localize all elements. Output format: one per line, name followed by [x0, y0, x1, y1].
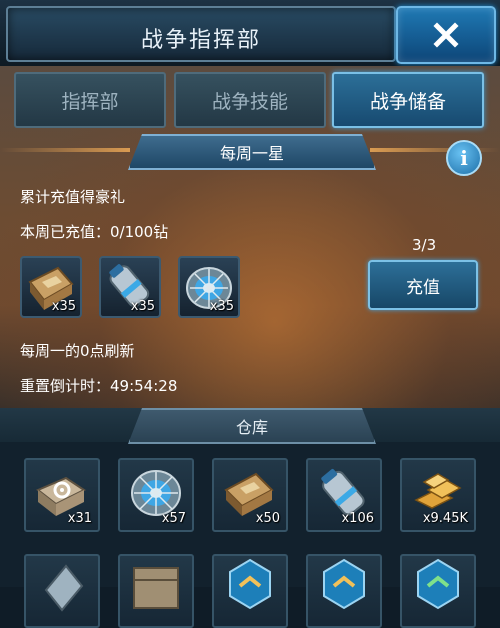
header-bar: 战争指挥部 [0, 0, 500, 68]
war-reserve-panel: 指挥部 战争技能 战争储备 每周一星 i 累计充值得豪礼 本周已充值：0/100… [0, 66, 500, 408]
tab-war-reserve[interactable]: 战争储备 [332, 72, 484, 128]
reward-title: 累计充值得豪礼 [20, 188, 126, 206]
info-icon: i [460, 146, 468, 170]
reward-item[interactable]: x35 [178, 256, 240, 318]
warehouse-header: 仓库 [0, 408, 500, 442]
warehouse-item[interactable]: x106 [306, 458, 382, 532]
info-button[interactable]: i [446, 140, 482, 176]
rank-badge-icon [308, 556, 380, 626]
warehouse-item[interactable]: x31 [24, 458, 100, 532]
item-qty: x106 [341, 511, 374, 526]
tab-bar: 指挥部 战争技能 战争储备 [14, 72, 486, 130]
warehouse-item[interactable] [400, 554, 476, 628]
title-plate: 战争指挥部 [6, 6, 396, 62]
event-banner: 每周一星 [0, 134, 500, 168]
tab-command-center[interactable]: 指挥部 [14, 72, 166, 128]
warehouse-item[interactable] [212, 554, 288, 628]
reward-qty: x35 [209, 299, 234, 314]
banner-line-left [0, 148, 130, 152]
warehouse-item[interactable] [24, 554, 100, 628]
refresh-note: 每周一的0点刷新 [20, 342, 135, 360]
warehouse-item[interactable]: x50 [212, 458, 288, 532]
reward-qty: x35 [130, 299, 155, 314]
reset-countdown: 重置倒计时：49:54:28 [20, 377, 178, 395]
tab-label: 战争储备 [369, 90, 446, 113]
claim-progress: 3/3 [412, 236, 437, 254]
page-title: 战争指挥部 [140, 28, 261, 53]
rank-badge-icon [402, 556, 474, 626]
supply-crate-icon [120, 556, 192, 626]
item-qty: x31 [67, 511, 92, 526]
tab-label: 战争技能 [211, 90, 288, 113]
event-banner-title: 每周一星 [128, 134, 376, 170]
item-qty: x9.45K [422, 511, 468, 526]
warehouse-item[interactable]: x9.45K [400, 458, 476, 532]
warehouse-item[interactable] [118, 554, 194, 628]
steel-ingot-icon [26, 556, 98, 626]
reward-item[interactable]: x35 [20, 256, 82, 318]
reward-qty: x35 [51, 299, 76, 314]
recharge-amount: 本周已充值：0/100钻 [20, 223, 169, 241]
warehouse-item[interactable] [306, 554, 382, 628]
close-icon [432, 21, 460, 49]
warehouse-title: 仓库 [128, 408, 376, 444]
item-qty: x50 [255, 511, 280, 526]
tab-war-skills[interactable]: 战争技能 [174, 72, 326, 128]
tab-label: 指挥部 [61, 90, 119, 113]
warehouse-section: 仓库 x31 x57 x50 x106 x9.45K [0, 408, 500, 628]
recharge-button-label: 充值 [406, 277, 440, 298]
item-qty: x57 [161, 511, 186, 526]
warehouse-item[interactable]: x57 [118, 458, 194, 532]
recharge-button[interactable]: 充值 [368, 260, 478, 310]
reward-item[interactable]: x35 [99, 256, 161, 318]
close-button[interactable] [396, 6, 496, 64]
rank-badge-icon [214, 556, 286, 626]
